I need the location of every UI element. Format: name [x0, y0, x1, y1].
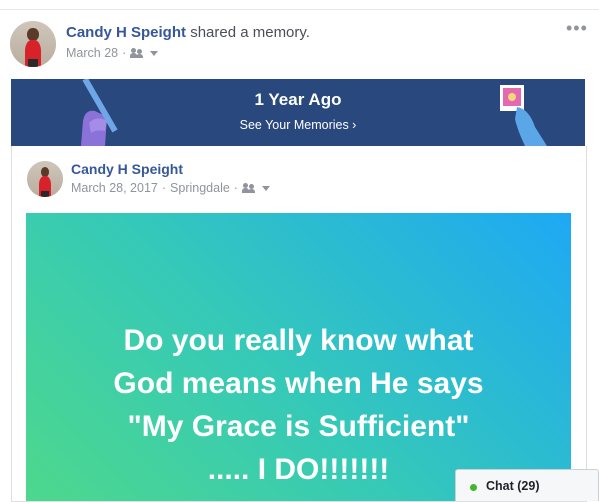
- post-meta: March 28 ·: [66, 46, 159, 60]
- friends-icon[interactable]: [130, 48, 144, 58]
- author-avatar[interactable]: [10, 21, 56, 67]
- photo-hand-illustration: [500, 85, 547, 146]
- post-action-text: shared a memory.: [190, 24, 310, 41]
- quote-text: Do you really know what God means when H…: [26, 319, 571, 491]
- quote-line: "My Grace is Sufficient": [127, 410, 470, 443]
- memory-banner: 1 Year Ago See Your Memories ›: [11, 79, 585, 146]
- shared-author-avatar[interactable]: [27, 161, 63, 197]
- shared-post-date-link[interactable]: March 28, 2017: [71, 181, 158, 195]
- meta-separator: ·: [122, 46, 127, 60]
- ellipsis-icon[interactable]: •••: [566, 18, 588, 39]
- quote-line: Do you really know what: [123, 324, 474, 357]
- memory-post: Candy H Speight shared a memory. March 2…: [0, 0, 599, 502]
- post-header: Candy H Speight shared a memory.: [66, 24, 310, 41]
- shared-author-name-link[interactable]: Candy H Speight: [71, 161, 183, 177]
- post-date-link[interactable]: March 28: [66, 46, 118, 60]
- location-link[interactable]: Springdale: [170, 181, 230, 195]
- author-name-link[interactable]: Candy H Speight: [66, 24, 186, 41]
- audience-dropdown-icon[interactable]: [150, 50, 159, 56]
- post-top-divider: [0, 9, 599, 10]
- meta-separator: ·: [161, 181, 167, 195]
- quote-line: God means when He says: [113, 367, 484, 400]
- chat-tab[interactable]: Chat (29): [455, 469, 599, 501]
- chat-label: Chat (29): [486, 479, 540, 493]
- friends-icon[interactable]: [241, 183, 256, 193]
- quote-background[interactable]: Do you really know what God means when H…: [26, 213, 571, 501]
- shared-post-meta: March 28, 2017 · Springdale ·: [71, 181, 270, 195]
- online-status-icon: [470, 484, 477, 491]
- audience-dropdown-icon[interactable]: [261, 185, 270, 191]
- meta-separator: ·: [233, 181, 238, 195]
